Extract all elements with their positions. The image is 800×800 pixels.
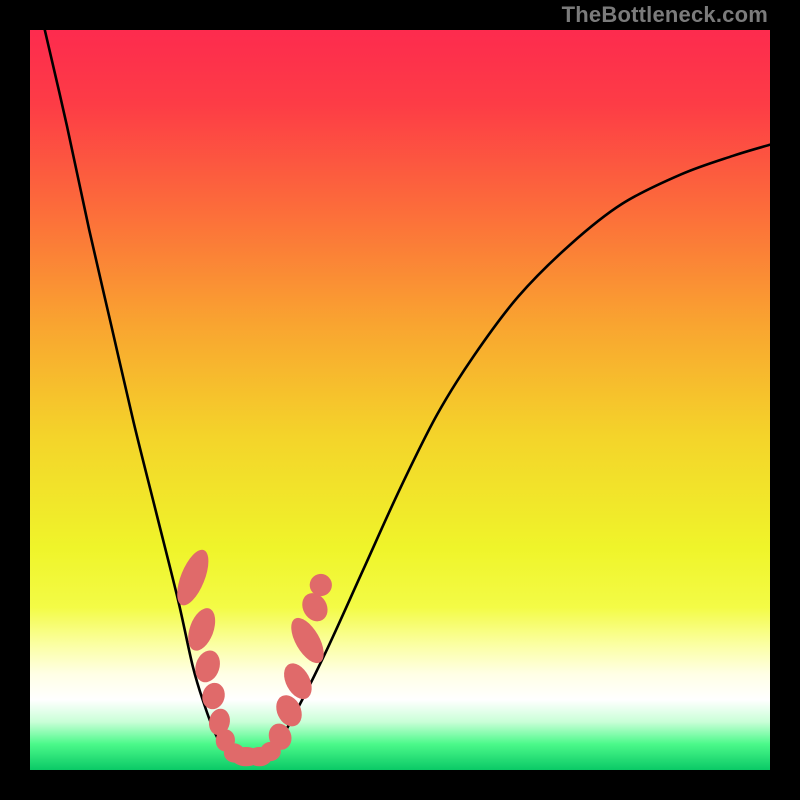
gradient-background [30,30,770,770]
outer-frame: TheBottleneck.com [0,0,800,800]
watermark-text: TheBottleneck.com [562,2,768,28]
plot-area [30,30,770,770]
bottleneck-chart [30,30,770,770]
